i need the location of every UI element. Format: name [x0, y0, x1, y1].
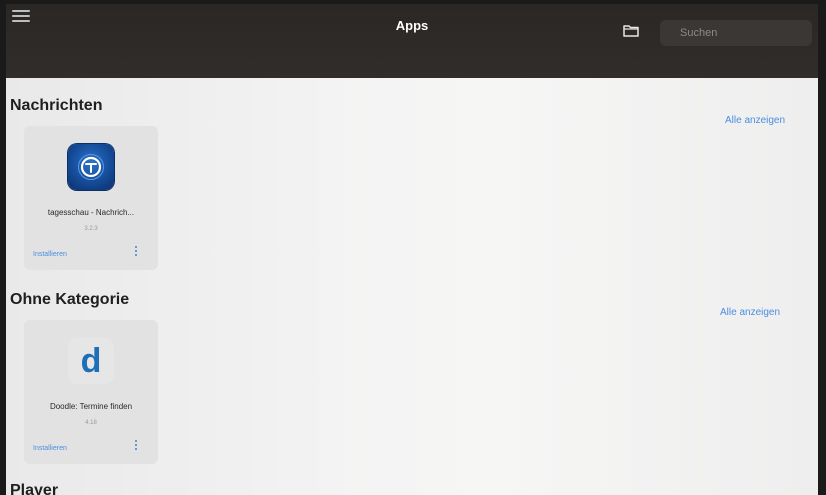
section-title-player: Player	[10, 482, 59, 495]
install-button[interactable]: Installieren	[33, 251, 67, 258]
app-card-doodle[interactable]: d Doodle: Termine finden 4.18 Installier…	[24, 320, 158, 464]
doodle-app-icon: d	[68, 338, 114, 384]
section-title-nachrichten: Nachrichten	[10, 97, 103, 114]
show-all-nachrichten-link[interactable]: Alle anzeigen	[725, 115, 785, 126]
install-button[interactable]: Installieren	[33, 445, 67, 452]
folder-icon[interactable]	[623, 24, 639, 42]
more-options-icon[interactable]	[132, 246, 140, 260]
top-bar: Apps	[6, 4, 818, 78]
search-input[interactable]	[660, 20, 812, 46]
app-version: 3.2.3	[84, 226, 98, 232]
section-title-ohne-kategorie: Ohne Kategorie	[10, 291, 130, 308]
app-version: 4.18	[85, 420, 97, 426]
app-name: tagesschau - Nachrich...	[47, 208, 135, 217]
more-options-icon[interactable]	[132, 440, 140, 454]
app-list-content: Nachrichten Alle anzeigen tagesschau - N…	[6, 78, 818, 495]
show-all-ohne-kategorie-link[interactable]: Alle anzeigen	[720, 307, 780, 318]
app-screen: Apps Nachrichten Alle anzeigen tagesscha…	[6, 4, 818, 495]
tagesschau-app-icon	[68, 144, 114, 190]
app-card-tagesschau[interactable]: tagesschau - Nachrich... 3.2.3 Installie…	[24, 126, 158, 270]
app-name: Doodle: Termine finden	[49, 402, 133, 411]
